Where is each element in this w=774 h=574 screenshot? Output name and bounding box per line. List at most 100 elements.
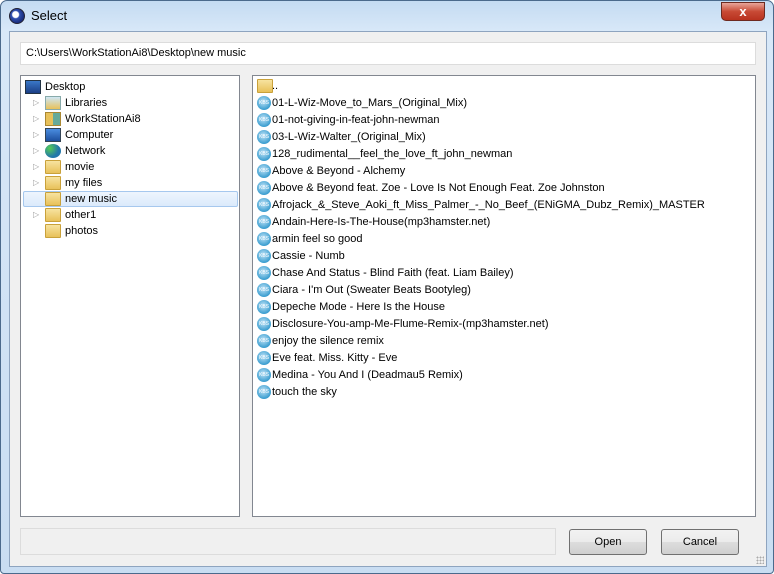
computer-icon [45, 128, 61, 142]
tree-item-label: Libraries [65, 97, 108, 109]
file-item[interactable]: KBS 03-L-Wiz-Walter_(Original_Mix) [255, 129, 753, 145]
resize-grip[interactable] [756, 556, 764, 564]
close-button[interactable]: x [721, 2, 765, 21]
tree-item[interactable]: ▷ my files [21, 175, 239, 191]
cancel-button[interactable]: Cancel [661, 529, 739, 555]
file-name: Ciara - I'm Out (Sweater Beats Bootyleg) [272, 284, 471, 296]
file-item[interactable]: KBS Above & Beyond feat. Zoe - Love Is No… [255, 180, 753, 196]
file-item[interactable]: KBS Disclosure-You-amp-Me-Flume-Remix-(mp… [255, 316, 753, 332]
file-name: Medina - You And I (Deadmau5 Remix) [272, 369, 463, 381]
music-file-icon: KBS [257, 232, 271, 246]
file-item[interactable]: KBS armin feel so good [255, 231, 753, 247]
expand-arrow-icon[interactable]: ▷ [33, 95, 41, 111]
file-item[interactable]: KBS Depeche Mode - Here Is the House [255, 299, 753, 315]
music-file-icon: KBS [257, 283, 271, 297]
music-file-icon: KBS [257, 130, 271, 144]
music-file-icon: KBS [257, 249, 271, 263]
tree-item-label: photos [65, 225, 99, 237]
expand-arrow-icon[interactable]: ▷ [33, 159, 41, 175]
app-icon [9, 8, 25, 24]
folder-icon [45, 208, 61, 222]
music-file-icon: KBS [257, 96, 271, 110]
user-folder-icon [45, 112, 61, 126]
file-item[interactable]: KBS Above & Beyond - Alchemy [255, 163, 753, 179]
music-file-icon: KBS [257, 164, 271, 178]
file-name: Depeche Mode - Here Is the House [272, 301, 446, 313]
music-file-icon: KBS [257, 147, 271, 161]
music-file-icon: KBS [257, 334, 271, 348]
file-name: Cassie - Numb [272, 250, 345, 262]
tree-item-label: other1 [65, 209, 97, 221]
expand-arrow-icon[interactable]: ▷ [33, 207, 41, 223]
tree-item-label: Network [65, 145, 106, 157]
tree-item-label: new music [65, 193, 117, 205]
tree-item[interactable]: ▷ WorkStationAi8 [21, 111, 239, 127]
music-file-icon: KBS [257, 113, 271, 127]
tree-item[interactable]: photos [21, 223, 239, 239]
file-name: .. [272, 80, 279, 92]
tree-item[interactable]: ▷ Computer [21, 127, 239, 143]
file-item[interactable]: KBS Afrojack_&_Steve_Aoki_ft_Miss_Palmer_… [255, 197, 753, 213]
tree-item-label: my files [65, 177, 103, 189]
tree-item[interactable]: ▷ other1 [21, 207, 239, 223]
expand-arrow-icon[interactable]: ▷ [33, 127, 41, 143]
file-item[interactable]: KBS 128_rudimental__feel_the_love_ft_john… [255, 146, 753, 162]
file-name: 01-L-Wiz-Move_to_Mars_(Original_Mix) [272, 97, 467, 109]
file-name: Eve feat. Miss. Kitty - Eve [272, 352, 398, 364]
file-name: 01-not-giving-in-feat-john-newman [272, 114, 440, 126]
file-name: armin feel so good [272, 233, 363, 245]
music-file-icon: KBS [257, 266, 271, 280]
file-name: 128_rudimental__feel_the_love_ft_john_ne… [272, 148, 513, 160]
folder-icon [45, 160, 61, 174]
file-list[interactable]: .. KBS 01-L-Wiz-Move_to_Mars_(Original_Mix… [252, 75, 756, 517]
expand-arrow-icon[interactable]: ▷ [33, 175, 41, 191]
tree-item[interactable]: new music [21, 191, 239, 207]
tree-item[interactable]: ▷ movie [21, 159, 239, 175]
file-name: Andain-Here-Is-The-House(mp3hamster.net) [272, 216, 491, 228]
dialog-body: C:\Users\WorkStationAi8\Desktop\new musi… [9, 31, 767, 567]
tree-item-label: Computer [65, 129, 114, 141]
title-bar[interactable]: Select x [1, 1, 773, 31]
file-name: 03-L-Wiz-Walter_(Original_Mix) [272, 131, 426, 143]
music-file-icon: KBS [257, 317, 271, 331]
path-input[interactable]: C:\Users\WorkStationAi8\Desktop\new musi… [20, 42, 756, 65]
file-item[interactable]: KBS Cassie - Numb [255, 248, 753, 264]
folder-tree[interactable]: Desktop ▷ Libraries ▷ WorkStationAi8 ▷ Compute… [20, 75, 240, 517]
file-item[interactable]: .. [255, 78, 753, 94]
music-file-icon: KBS [257, 198, 271, 212]
file-item[interactable]: KBS enjoy the silence remix [255, 333, 753, 349]
open-button[interactable]: Open [569, 529, 647, 555]
file-item[interactable]: KBS 01-L-Wiz-Move_to_Mars_(Original_Mix) [255, 95, 753, 111]
file-item[interactable]: KBS Andain-Here-Is-The-House(mp3hamster.n… [255, 214, 753, 230]
desktop-icon [25, 80, 41, 94]
file-item[interactable]: KBS Eve feat. Miss. Kitty - Eve [255, 350, 753, 366]
file-name: Above & Beyond feat. Zoe - Love Is Not E… [272, 182, 605, 194]
tree-item-label: WorkStationAi8 [65, 113, 141, 125]
expand-arrow-icon[interactable]: ▷ [33, 111, 41, 127]
tree-item[interactable]: ▷ Network [21, 143, 239, 159]
file-name: Afrojack_&_Steve_Aoki_ft_Miss_Palmer_-_N… [272, 199, 705, 211]
file-item[interactable]: KBS touch the sky [255, 384, 753, 400]
file-item[interactable]: KBS Ciara - I'm Out (Sweater Beats Bootyl… [255, 282, 753, 298]
file-item[interactable]: KBS Chase And Status - Blind Faith (feat.… [255, 265, 753, 281]
music-file-icon: KBS [257, 181, 271, 195]
tree-item[interactable]: Desktop [21, 79, 239, 95]
select-dialog: Select x C:\Users\WorkStationAi8\Desktop… [0, 0, 774, 574]
file-item[interactable]: KBS 01-not-giving-in-feat-john-newman [255, 112, 753, 128]
tree-item-label: Desktop [45, 81, 86, 93]
network-icon [45, 144, 61, 158]
file-name: Chase And Status - Blind Faith (feat. Li… [272, 267, 514, 279]
music-file-icon: KBS [257, 368, 271, 382]
tree-item-label: movie [65, 161, 95, 173]
music-file-icon: KBS [257, 351, 271, 365]
folder-icon [257, 79, 273, 93]
file-name: Above & Beyond - Alchemy [272, 165, 406, 177]
file-item[interactable]: KBS Medina - You And I (Deadmau5 Remix) [255, 367, 753, 383]
libraries-icon [45, 96, 61, 110]
expand-arrow-icon[interactable]: ▷ [33, 143, 41, 159]
folder-icon [45, 192, 61, 206]
folder-icon [45, 224, 61, 238]
music-file-icon: KBS [257, 385, 271, 399]
tree-item[interactable]: ▷ Libraries [21, 95, 239, 111]
music-file-icon: KBS [257, 300, 271, 314]
